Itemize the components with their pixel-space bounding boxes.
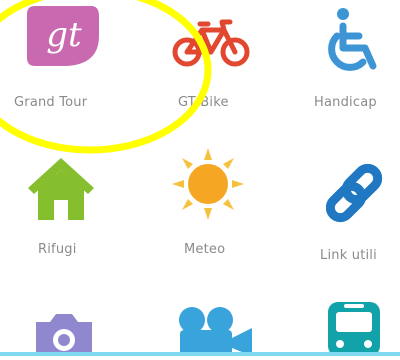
camera-icon [32, 310, 96, 356]
menu-item-link-utili[interactable]: Link utili [290, 140, 400, 270]
menu-item-label-grand-tour: Grand Tour [14, 95, 88, 110]
menu-item-label-rifugi: Rifugi [38, 242, 77, 257]
grand-tour-icon-text: gt [46, 15, 82, 55]
menu-item-video[interactable] [140, 300, 280, 356]
menu-item-gt-bike[interactable]: GT Bike [140, 0, 280, 125]
grand-tour-icon: gt [25, 6, 101, 68]
menu-item-grand-tour[interactable]: gt Grand Tour [0, 0, 130, 125]
video-camera-icon [174, 304, 254, 356]
wheelchair-icon [325, 6, 385, 72]
house-icon [26, 156, 96, 222]
link-icon [325, 162, 386, 224]
bicycle-icon [172, 18, 250, 68]
menu-item-photo[interactable] [0, 300, 130, 356]
menu-item-label-gt-bike: GT Bike [178, 95, 229, 110]
sun-icon [172, 148, 244, 220]
menu-item-transport[interactable] [290, 300, 400, 356]
menu-item-label-handicap: Handicap [314, 95, 377, 110]
menu-item-label-meteo: Meteo [184, 242, 226, 257]
menu-item-meteo[interactable]: Meteo [140, 140, 280, 270]
bus-icon [326, 300, 382, 356]
menu-item-rifugi[interactable]: Rifugi [0, 140, 130, 270]
bottom-strip [0, 352, 400, 356]
menu-item-handicap[interactable]: Handicap [290, 0, 400, 125]
menu-item-label-link-utili: Link utili [320, 248, 377, 263]
